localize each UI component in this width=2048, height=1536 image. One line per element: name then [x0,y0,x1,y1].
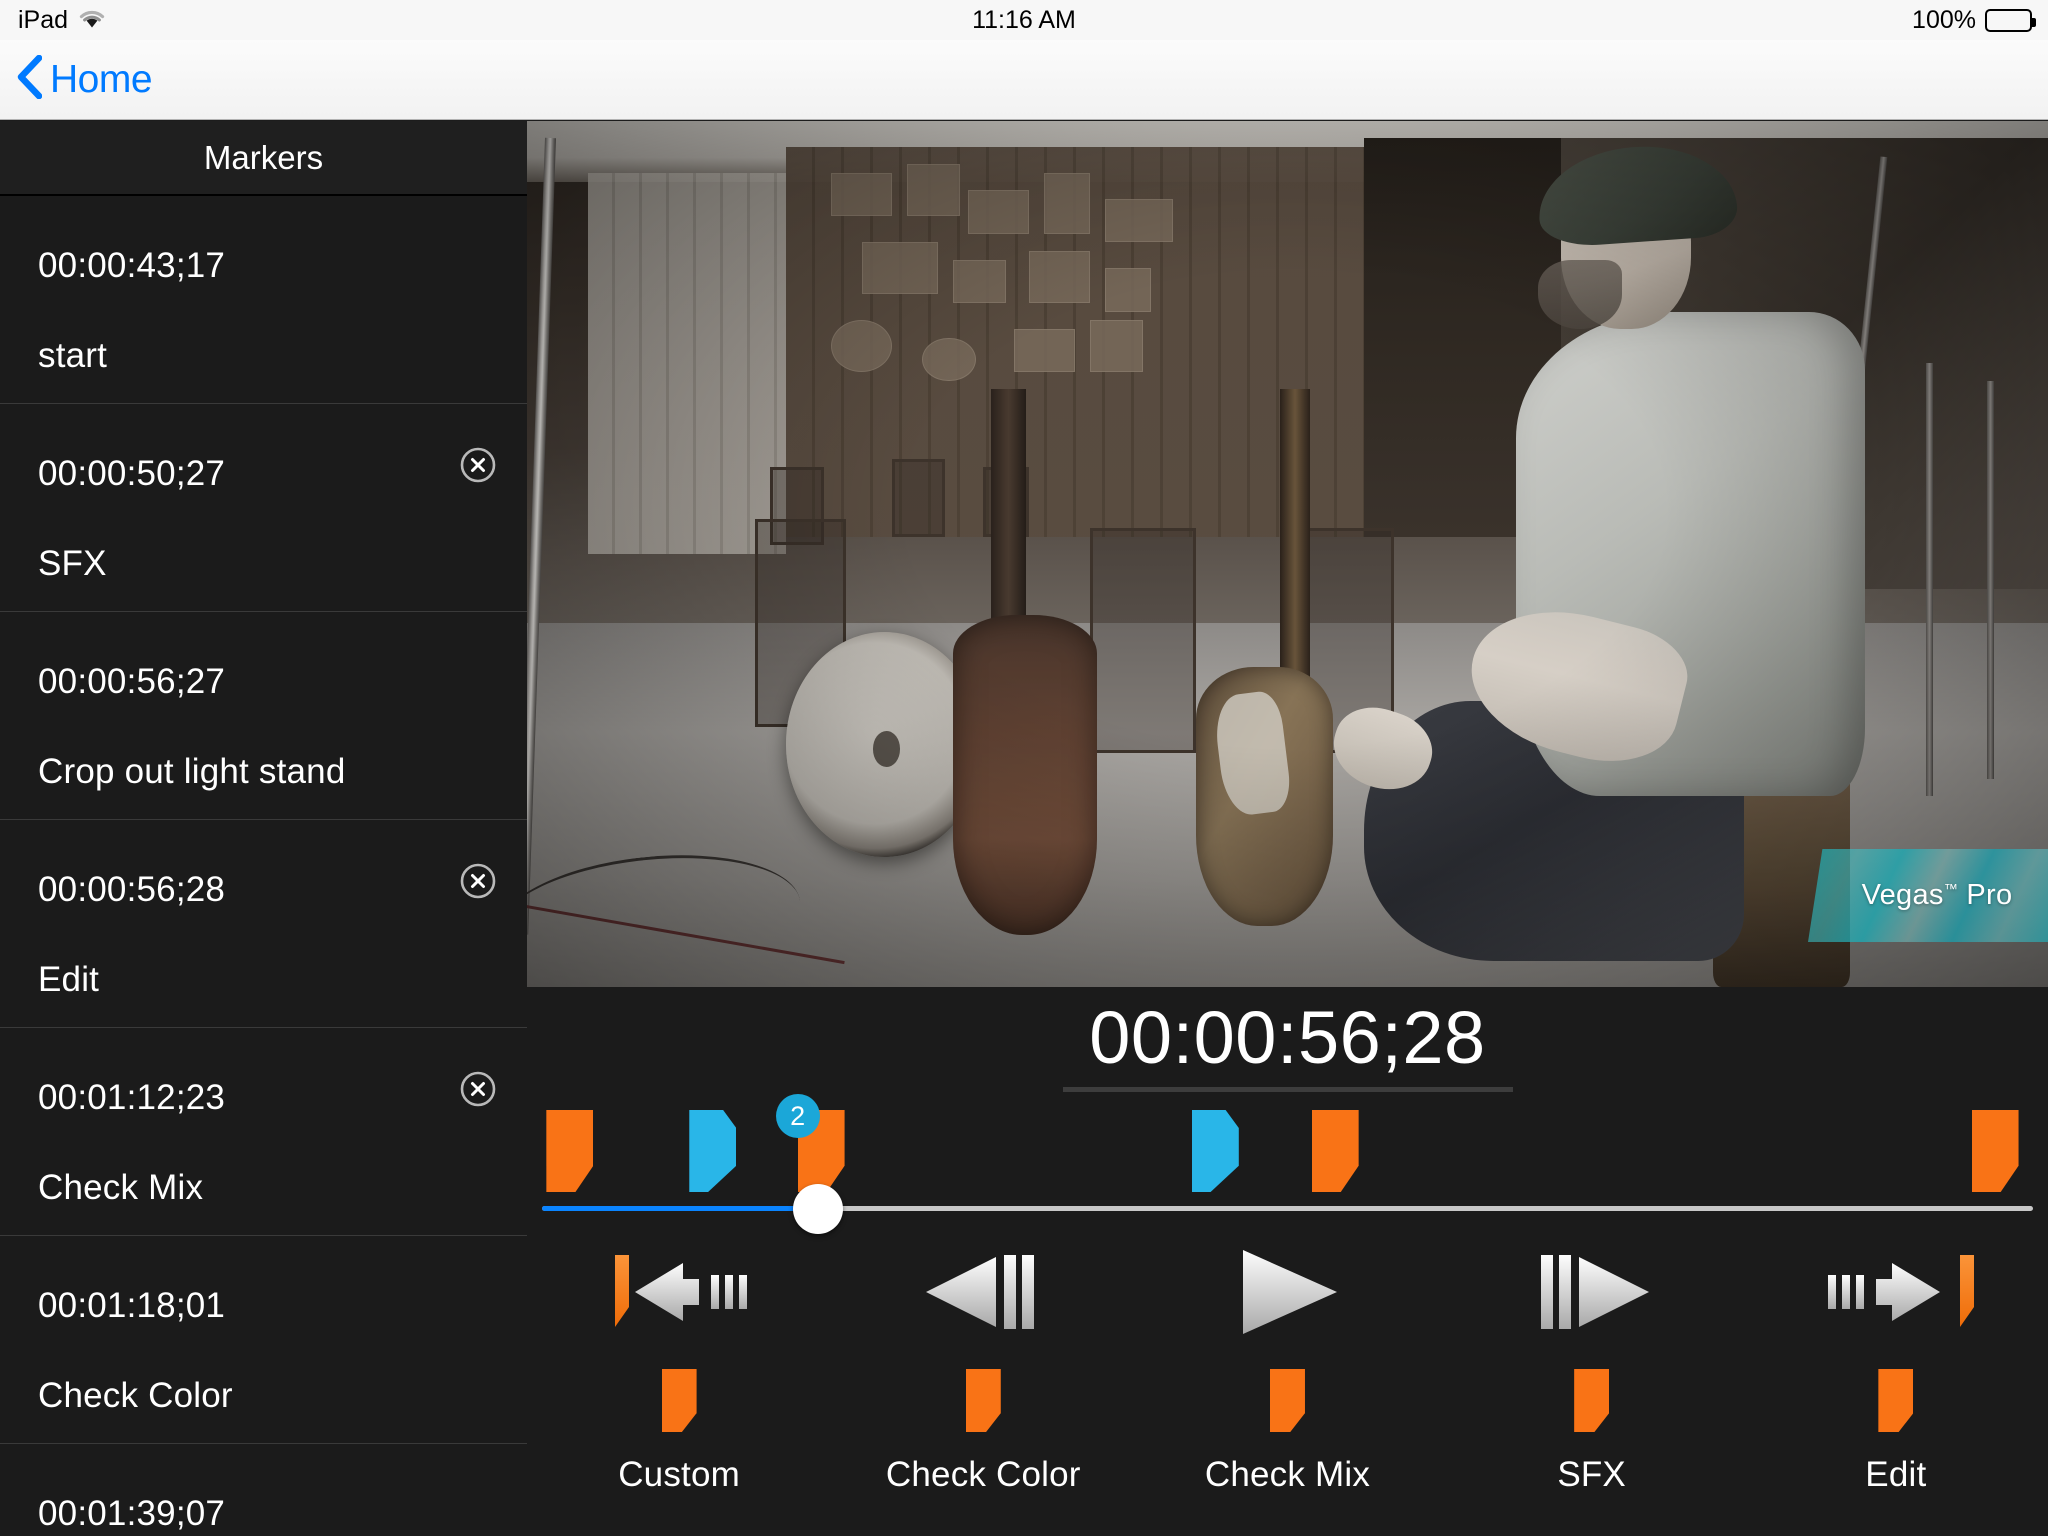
marker-timecode: 00:01:18;01 [38,1286,226,1325]
marker-timecode: 00:00:43;17 [38,246,226,285]
prev-marker-button[interactable] [579,1245,779,1345]
add-marker-button-label: Edit [1865,1455,1927,1494]
status-bar-right: 100% [1912,5,2036,35]
markers-sidebar: Markers 00:00:43;17 start 00:00:50;27 SFX 00… [0,121,527,1536]
status-bar: iPad 11:16 AM 100% [0,0,2048,40]
vegas-pro-watermark-label: Vegas™ Pro [1861,879,2013,911]
marker-flag-icon [1574,1369,1610,1432]
markers-header: Markers [0,121,527,196]
marker-list-item[interactable]: 00:01:12;23 Check Mix [0,1028,527,1236]
marker-name: Crop out light stand [38,752,346,791]
add-marker-button-label: Custom [618,1455,740,1494]
marker-list-item[interactable]: 00:00:50;27 SFX [0,404,527,612]
add-marker-button[interactable]: Edit [1756,1357,2036,1495]
battery-percent-label: 100% [1912,5,1976,34]
add-marker-buttons: Custom Check Color Check Mix SFX Edit [527,1357,2048,1532]
marker-flag-icon [661,1369,697,1432]
vegas-pro-watermark: Vegas™ Pro [1808,849,2048,942]
play-button[interactable] [1187,1245,1387,1345]
play-forward-frame-icon [1527,1249,1657,1340]
marker-name: SFX [38,544,107,583]
video-preview[interactable]: Vegas™ Pro [527,121,2048,987]
markers-header-title: Markers [203,138,324,176]
marker-timecode: 00:00:56;28 [38,870,226,909]
marker-name: Check Color [38,1376,233,1415]
add-marker-button-label: SFX [1557,1455,1626,1494]
navigation-bar: Home [0,40,2048,120]
add-marker-button[interactable]: SFX [1452,1357,1732,1495]
marker-timecode: 00:00:50;27 [38,454,226,493]
scrubber-knob[interactable] [792,1184,843,1234]
add-marker-button[interactable]: Check Mix [1147,1357,1427,1495]
marker-list-item[interactable]: 00:00:43;17 start [0,196,527,404]
back-button-label: Home [50,57,153,101]
marker-timecode: 00:01:12;23 [38,1078,226,1117]
delete-circle-icon[interactable] [459,1070,497,1108]
playhead-scrubber[interactable] [527,1179,2048,1239]
marker-list-item[interactable]: 00:01:18;01 Check Color [0,1236,527,1444]
delete-circle-icon[interactable] [459,862,497,900]
delete-circle-icon[interactable] [459,446,497,484]
marker-name: Edit [38,960,100,999]
marker-list-item[interactable]: 00:00:56;28 Edit [0,820,527,1028]
next-marker-button[interactable] [1796,1245,1996,1345]
marker-list-item[interactable]: 00:00:56;27 Crop out light stand [0,612,527,820]
chevron-left-icon [16,54,43,104]
current-timecode-display[interactable]: 00:00:56;28 [527,995,2048,1080]
marker-name: Check Mix [38,1168,204,1207]
transport-panel: 00:00:56;28 2 Custom Check Color Check M… [527,987,2048,1536]
marker-flag-icon [1269,1369,1305,1432]
step-forward-button[interactable] [1492,1245,1692,1345]
marker-flag-icon [1878,1369,1914,1432]
add-marker-button[interactable]: Check Color [843,1357,1123,1495]
marker-name: start [38,336,108,375]
timecode-underline [1062,1087,1513,1092]
back-to-home-button[interactable]: Home [16,54,153,104]
timeline-marker-track[interactable]: 2 [527,1094,2048,1192]
marker-timecode: 00:01:39;07 [38,1494,226,1533]
marker-list-item[interactable]: 00:01:39;07 [0,1444,527,1536]
scrubber-progress-fill [542,1206,818,1211]
marker-flag-icon [965,1369,1001,1432]
add-marker-button-label: Check Color [885,1455,1081,1494]
marker-count-badge: 2 [775,1094,820,1138]
transport-controls [527,1242,2048,1347]
flag-arrow-right-icon [1816,1249,1976,1340]
step-back-button[interactable] [883,1245,1083,1345]
add-marker-button[interactable]: Custom [539,1357,819,1495]
add-marker-button-label: Check Mix [1204,1455,1371,1494]
battery-full-icon [1985,8,2036,32]
markers-list: 00:00:43;17 start 00:00:50;27 SFX 00:00:56;2… [0,196,527,1536]
status-bar-clock: 11:16 AM [972,5,1076,34]
play-icon [1227,1244,1347,1345]
marker-timecode: 00:00:56;27 [38,662,226,701]
play-back-frame-icon [918,1249,1048,1340]
video-frame-image [527,121,2048,987]
flag-arrow-left-icon [599,1249,759,1340]
